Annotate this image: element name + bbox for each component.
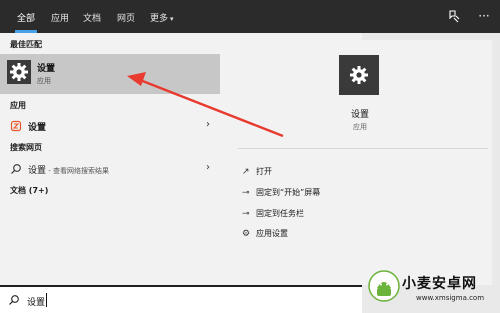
search-icon [8,294,20,309]
search-input[interactable]: 设置 [27,295,45,308]
action-open[interactable]: ↗ 打开 [242,166,272,177]
action-app-settings-label: 应用设置 [256,229,288,238]
search-icon [10,163,22,175]
search-box[interactable]: 设置 [0,285,362,313]
tab-documents[interactable]: 文档 [83,11,101,24]
tab-web[interactable]: 网页 [117,11,135,24]
chevron-right-icon[interactable]: › [206,119,210,130]
best-match-item[interactable]: 设置 应用 [0,54,220,94]
detail-divider [238,148,488,149]
best-match-header: 最佳匹配 [10,40,42,49]
text-cursor [46,293,47,307]
search-filter-bar: 全部 应用 文档 网页 更多 ▾ ··· [0,0,500,33]
pin-icon: ⊸ [242,209,250,219]
app-result-label: 设置 [28,123,47,133]
gear-icon: ⚙ [242,229,251,239]
settings-small-icon [10,120,22,132]
android-logo-icon [368,270,400,302]
detail-subtitle: 应用 [353,123,367,131]
tab-more[interactable]: 更多 ▾ [150,11,174,24]
apps-header: 应用 [10,101,26,110]
web-search-result[interactable]: 设置 - 查看网络搜索结果 › [0,159,220,179]
detail-title: 设置 [350,110,369,120]
feedback-icon[interactable] [447,9,461,23]
tab-apps[interactable]: 应用 [51,11,69,24]
documents-header[interactable]: 文档 (7+) [10,185,48,196]
watermark-name: 小麦安卓网 [402,276,477,292]
chevron-right-icon[interactable]: › [206,162,210,173]
tab-more-label: 更多 [150,14,169,24]
pin-icon: ⊸ [242,188,250,198]
web-search-suffix: - 查看网络搜索结果 [46,167,109,175]
web-search-query: 设置 [28,166,47,176]
watermark-logo: 小麦安卓网 www.xmsigma.com [366,268,500,308]
action-open-label: 打开 [256,167,272,176]
app-result-settings[interactable]: 设置 › [0,116,220,136]
web-search-header: 搜索网页 [10,143,42,152]
watermark-url: www.xmsigma.com [416,294,485,302]
web-search-label: 设置 - 查看网络搜索结果 [28,163,109,176]
best-match-title: 设置 [37,64,56,74]
action-pin-taskbar[interactable]: ⊸ 固定到任务栏 [242,208,304,219]
open-icon: ↗ [242,167,250,177]
action-pin-start-label: 固定到“开始”屏幕 [256,188,321,197]
more-options-icon[interactable]: ··· [477,9,491,23]
action-pin-taskbar-label: 固定到任务栏 [256,209,304,218]
chevron-down-icon: ▾ [170,15,174,23]
settings-app-icon [7,60,31,84]
settings-large-icon [339,55,379,95]
action-app-settings[interactable]: ⚙ 应用设置 [242,228,288,239]
best-match-subtitle: 应用 [37,77,51,85]
action-pin-start[interactable]: ⊸ 固定到“开始”屏幕 [242,187,320,198]
tab-all[interactable]: 全部 [17,11,35,24]
results-list: 最佳匹配 设置 应用 应用 设置 › 搜索网页 设置 - 查看网络搜索结果 › … [0,33,227,285]
detail-pane-surface: 设置 应用 ↗ 打开 ⊸ 固定到“开始”屏幕 ⊸ 固定到任务栏 ⚙ 应用设置 [228,40,492,285]
